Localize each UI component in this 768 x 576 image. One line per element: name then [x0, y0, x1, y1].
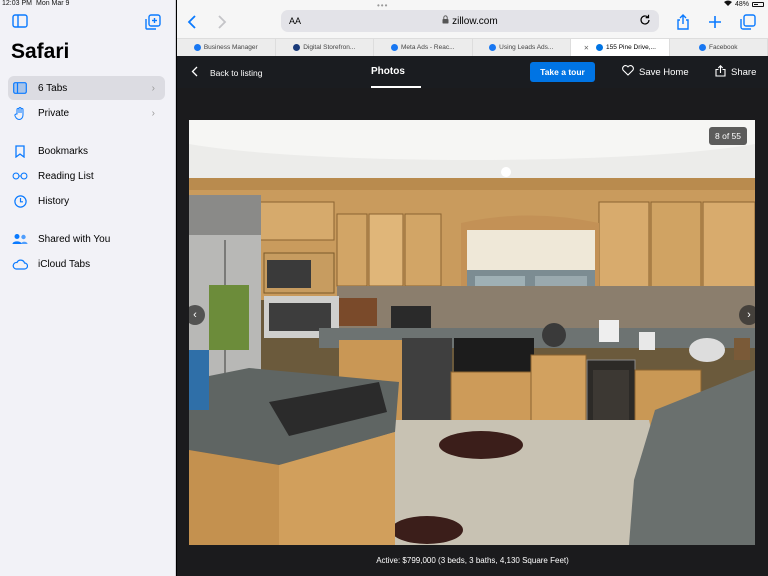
photo-viewer-header: Back to listing Photos Take a tour Save …	[177, 56, 768, 88]
sidebar-item-tabs[interactable]: 6 Tabs ›	[8, 76, 165, 100]
sidebar-title: Safari	[11, 40, 70, 63]
chevron-left-icon	[191, 66, 198, 79]
share-label: Share	[731, 67, 757, 78]
reload-icon[interactable]	[639, 14, 651, 26]
browser-toolbar: ••• AA zillow.com Business Manager Digit…	[177, 0, 768, 56]
sidebar-item-label: Shared with You	[38, 233, 111, 245]
wifi-icon	[723, 0, 732, 8]
facebook-favicon-icon	[489, 44, 497, 51]
tab-using-leads-ads[interactable]: Using Leads Ads...	[472, 39, 571, 56]
people-icon	[12, 232, 28, 246]
battery-percent: 48%	[734, 0, 749, 8]
save-home-button[interactable]: Save Home	[622, 65, 689, 79]
back-to-listing-label: Back to listing	[210, 67, 263, 78]
tabs-icon	[12, 81, 28, 95]
zillow-favicon-icon	[596, 44, 604, 51]
meta-favicon-icon	[193, 44, 201, 51]
close-tab-icon[interactable]: ✕	[584, 44, 589, 52]
address-host-text: zillow.com	[452, 16, 498, 27]
tab-overview-icon[interactable]	[740, 14, 756, 30]
sidebar-item-reading-list[interactable]: Reading List	[8, 164, 165, 188]
tab-meta-ads[interactable]: Meta Ads - Reac...	[374, 39, 473, 56]
sidebar-item-label: 6 Tabs	[38, 82, 68, 94]
tab-label: Meta Ads - Reac...	[401, 44, 455, 51]
tab-155-pine-drive[interactable]: ✕ 155 Pine Drive,...	[571, 39, 670, 56]
sidebar-item-label: Reading List	[38, 170, 94, 182]
tab-business-manager[interactable]: Business Manager	[177, 39, 276, 56]
sidebar-item-history[interactable]: History	[8, 189, 165, 213]
status-indicators: 48%	[723, 0, 764, 8]
book-icon	[12, 144, 28, 158]
hand-icon	[12, 106, 28, 120]
cloud-icon	[12, 257, 28, 271]
meta-favicon-icon	[391, 44, 399, 51]
glasses-icon	[12, 169, 28, 183]
tab-label: Digital Storefron...	[303, 44, 356, 51]
next-photo-button[interactable]: ›	[739, 305, 755, 325]
listing-photo[interactable]: 8 of 55 ‹ ›	[189, 120, 755, 545]
chevron-right-icon: ›	[151, 107, 155, 119]
share-icon[interactable]	[675, 14, 691, 30]
lock-icon	[442, 15, 452, 27]
save-home-label: Save Home	[639, 66, 689, 78]
share-button[interactable]: Share	[715, 65, 756, 80]
sidebar-toolbar	[0, 14, 176, 34]
address-bar[interactable]: AA zillow.com	[281, 10, 659, 32]
safari-sidebar: Safari 6 Tabs › Private › Bookmarks Read…	[0, 0, 176, 576]
sidebar-item-label: Bookmarks	[38, 145, 89, 157]
listing-caption: Active: $799,000 (3 beds, 3 baths, 4,130…	[376, 556, 569, 565]
tab-label: Facebook	[708, 44, 738, 51]
sidebar-item-label: History	[38, 195, 70, 207]
new-tab-group-icon[interactable]	[145, 14, 163, 32]
status-bar: 12:03 PM Mon Mar 9 48%	[0, 0, 768, 8]
forward-icon[interactable]	[213, 14, 229, 30]
sidebar-item-label: iCloud Tabs	[38, 258, 91, 270]
tab-label: Business Manager	[203, 44, 258, 51]
status-date: Mon Mar 9	[36, 0, 70, 7]
chevron-right-icon: ›	[151, 82, 155, 94]
tab-facebook[interactable]: Facebook	[669, 39, 768, 56]
address-host: zillow.com	[281, 15, 659, 27]
kitchen-photo-image	[189, 120, 755, 545]
tab-bar: Business Manager Digital Storefron... Me…	[177, 38, 768, 56]
facebook-favicon-icon	[698, 44, 706, 51]
chevron-right-icon: ›	[747, 309, 751, 321]
back-to-listing-button[interactable]: Back to listing	[191, 66, 262, 79]
k-favicon-icon	[293, 44, 301, 51]
tab-label: Using Leads Ads...	[499, 44, 554, 51]
sidebar-item-label: Private	[38, 107, 70, 119]
photo-viewer: 8 of 55 ‹ › Active: $799,000 (3 beds, 3 …	[177, 88, 768, 576]
sidebar-item-shared-with-you[interactable]: Shared with You	[8, 227, 165, 251]
new-tab-icon[interactable]	[707, 14, 723, 30]
tab-label: 155 Pine Drive,...	[606, 44, 656, 51]
photo-counter: 8 of 55	[709, 127, 747, 145]
tab-photos[interactable]: Photos	[371, 66, 405, 77]
chevron-left-icon: ‹	[193, 309, 197, 321]
back-icon[interactable]	[185, 14, 201, 30]
share-icon	[715, 65, 726, 80]
status-time: 12:03 PM	[2, 0, 32, 7]
take-a-tour-button[interactable]: Take a tour	[530, 62, 595, 82]
heart-icon	[622, 65, 634, 79]
sidebar-item-private[interactable]: Private ›	[8, 101, 165, 125]
clock-icon	[12, 194, 28, 208]
sidebar-toggle-icon[interactable]	[12, 14, 30, 32]
sidebar-item-bookmarks[interactable]: Bookmarks	[8, 139, 165, 163]
sidebar-item-icloud-tabs[interactable]: iCloud Tabs	[8, 252, 165, 276]
tab-digital-storefront[interactable]: Digital Storefron...	[275, 39, 374, 56]
battery-icon	[752, 1, 764, 7]
